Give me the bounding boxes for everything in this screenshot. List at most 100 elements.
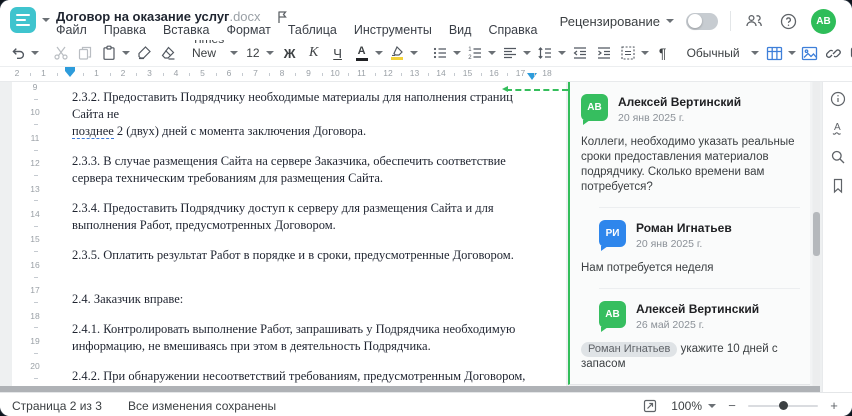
paste-caret-icon[interactable] [122,51,130,55]
h-ruler-number: 3 [147,68,152,78]
v-ruler-tick [34,98,38,100]
toolbar: Times New ... 12 Ж К Ч А 12 ¶ Обычный ··… [0,32,852,74]
paragraph-2-4-1[interactable]: 2.4.1. Контролировать выполнение Работ, … [72,321,537,355]
bookmark-icon[interactable] [829,177,847,195]
undo-button[interactable] [6,41,30,65]
font-color-caret-icon[interactable] [374,51,383,55]
collaborators-icon[interactable] [743,10,765,32]
vertical-scrollbar[interactable] [813,82,820,386]
insert-table-button[interactable] [763,41,787,65]
font-size-select[interactable]: 12 [242,41,277,65]
search-icon[interactable] [829,148,847,166]
user-avatar[interactable]: АВ [811,8,836,34]
highlight-color-button[interactable] [385,41,409,65]
document-page[interactable]: 9 10 11 12 13 14 15 16 17 18 19 20 2.3.2. Предостав… [12,82,566,392]
decrease-indent-button[interactable] [568,41,592,65]
copy-button[interactable] [73,41,97,65]
app-logo-icon[interactable] [10,7,36,33]
comment-text: Нам потребуется неделя [581,262,714,274]
paragraph-2-4[interactable]: 2.4. Заказчик вправе: [72,291,537,308]
highlight-caret-icon[interactable] [409,51,418,55]
page-indicator[interactable]: Страница 2 из 3 [12,399,102,413]
logo-menu-caret-icon[interactable] [42,18,50,22]
insert-image-button[interactable] [798,41,822,65]
zoom-in-button[interactable]: + [828,398,840,413]
menu-item-4[interactable]: Формат [226,23,270,37]
increase-indent-button[interactable] [592,41,616,65]
menu-item-8[interactable]: Справка [488,23,537,37]
indent-marker-right[interactable] [527,73,537,80]
bullet-list-caret-icon[interactable] [452,51,461,55]
paragraph-borders-button[interactable] [616,41,640,65]
v-ruler-number: 16 [30,259,40,270]
paragraph-2-3-3[interactable]: 2.3.3. В случае размещения Сайта на серв… [72,153,537,187]
borders-caret-icon[interactable] [640,51,649,55]
indent-marker-left[interactable] [65,67,75,78]
line-spacing-caret-icon[interactable] [557,51,566,55]
h-ruler-margin-number: 1 [41,68,46,78]
comment-divider [599,288,800,289]
align-left-button[interactable] [498,41,522,65]
formatting-marks-button[interactable]: ¶ [651,41,675,65]
paragraph-2-3-2[interactable]: 2.3.2. Предоставить Подрядчику необходим… [72,89,537,140]
zoom-out-button[interactable]: − [726,398,738,413]
menu-item-5[interactable]: Таблица [288,23,337,37]
zoom-slider[interactable] [748,400,818,410]
line-spacing-button[interactable] [533,41,557,65]
menu-item-1[interactable]: Файл [56,23,87,37]
review-mode-label: Рецензирование [559,13,660,29]
scrollbar-thumb[interactable] [813,212,820,256]
review-mode-button[interactable]: Рецензирование [560,14,674,29]
italic-button[interactable]: К [302,41,326,65]
insert-comment-button[interactable] [846,41,852,65]
numbered-list-caret-icon[interactable] [487,51,496,55]
comment-author: Роман Игнатьев [636,221,732,235]
v-ruler-number: 15 [30,234,40,245]
zoom-slider-handle[interactable] [779,400,788,410]
table-caret-icon[interactable] [787,51,796,55]
paragraph-2-3-4[interactable]: 2.3.4. Предоставить Подрядчику доступ к … [72,200,537,234]
font-family-select[interactable]: Times New ... [188,32,242,74]
commented-text[interactable]: позднее [72,124,114,139]
v-ruler-number: 11 [30,132,40,143]
cut-button[interactable] [49,41,73,65]
insert-link-button[interactable] [822,41,846,65]
h-ruler-number: 7 [253,68,258,78]
underline-button[interactable]: Ч [326,41,350,65]
menu-item-7[interactable]: Вид [449,23,472,37]
menu-item-3[interactable]: Вставка [163,23,209,37]
numbered-list-button[interactable]: 12 [463,41,487,65]
zoom-select[interactable]: 100% [671,399,716,413]
bold-button[interactable]: Ж [278,41,302,65]
paste-button[interactable] [97,41,121,65]
document-area: 9 10 11 12 13 14 15 16 17 18 19 20 2.3.2. Предостав… [0,82,852,392]
info-icon[interactable] [829,90,847,108]
menu-item-2[interactable]: Правка [104,23,146,37]
paragraph-2-3-5[interactable]: 2.3.5. Оплатить результат Работ в порядк… [72,247,537,264]
paragraph-style-select[interactable]: Обычный [683,41,763,65]
v-ruler-number: 17 [30,285,40,296]
v-ruler-number: 12 [30,158,40,169]
horizontal-scrollbar[interactable] [0,386,820,392]
status-bar: Страница 2 из 3 Все изменения сохранены … [0,392,852,416]
format-painter-button[interactable] [132,41,156,65]
comment-root[interactable]: АВ Алексей Вертинский 20 янв 2025 г. Коллег… [581,94,800,195]
spellcheck-icon[interactable]: А [829,119,847,137]
zoom-value: 100% [671,398,702,413]
font-color-button[interactable]: А [350,41,374,65]
align-caret-icon[interactable] [522,51,531,55]
menu-item-6[interactable]: Инструменты [354,23,432,37]
comment-reply[interactable]: РИ Роман Игнатьев 20 янв 2025 г. Нам потреб… [581,220,800,276]
help-icon[interactable] [777,10,799,32]
mention-chip[interactable]: Роман Игнатьев [581,342,678,357]
review-toggle[interactable] [686,12,718,30]
clear-formatting-button[interactable] [156,41,180,65]
document-text[interactable]: 2.3.2. Предоставить Подрядчику необходим… [72,82,537,392]
comment-thread-card[interactable]: АВ Алексей Вертинский 20 янв 2025 г. Коллег… [568,82,810,385]
zoom-caret-icon [708,403,716,408]
comment-reply[interactable]: АВ Алексей Вертинский 26 май 2025 г. Роман … [581,301,800,372]
h-ruler-tick [454,73,456,76]
bullet-list-button[interactable] [428,41,452,65]
fit-page-icon[interactable] [639,395,661,416]
undo-caret-icon[interactable] [31,51,39,55]
